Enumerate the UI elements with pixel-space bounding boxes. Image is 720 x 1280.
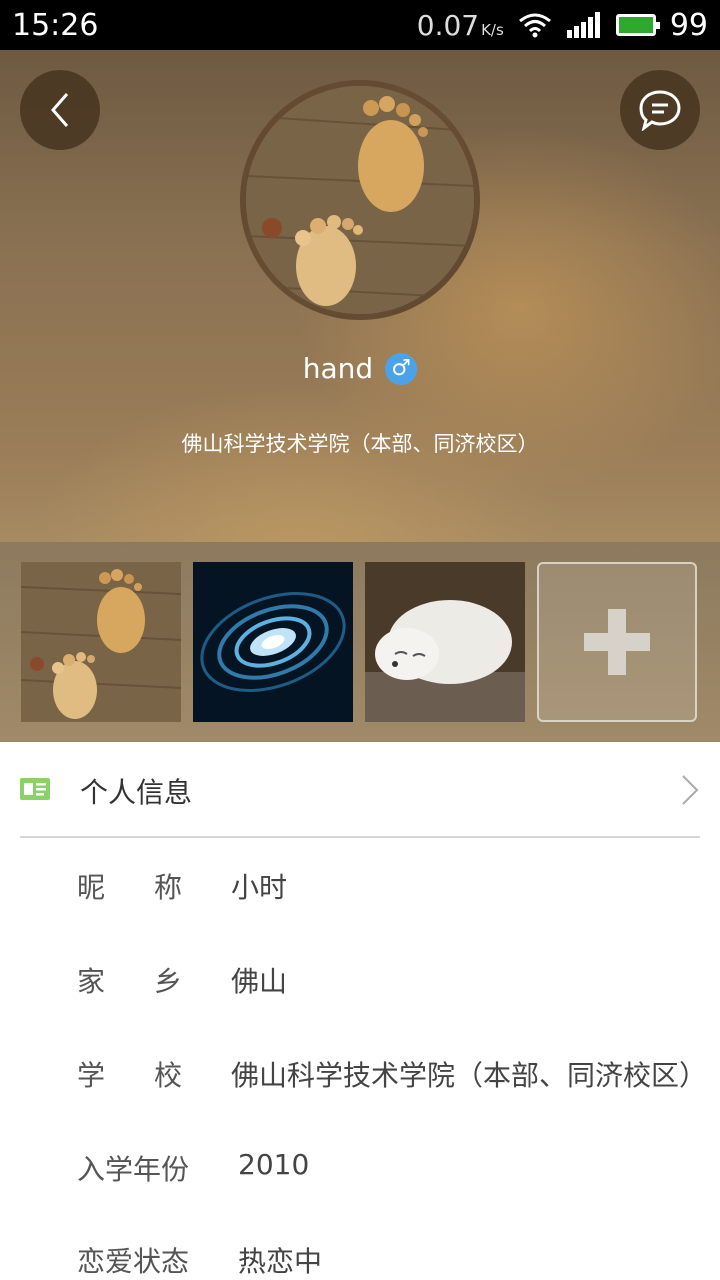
personal-info-title: 个人信息	[80, 776, 193, 809]
chevron-right-icon	[682, 775, 699, 805]
info-row-hometown: 家 乡 佛山	[0, 960, 720, 1020]
info-label: 学	[77, 1059, 106, 1092]
info-label: 称	[154, 871, 183, 904]
network-speed: 0.07 K/s	[417, 8, 504, 43]
status-bar: 15:26 0.07 K/s 99	[0, 0, 720, 50]
info-row-enrollment-year: 入学年份 2010	[0, 1148, 720, 1208]
photo-thumbnail[interactable]	[193, 562, 353, 722]
profile-avatar[interactable]	[240, 80, 480, 320]
photo-image	[193, 562, 353, 722]
avatar-image	[246, 86, 474, 314]
info-value: 小时	[231, 871, 288, 904]
male-icon: ♂	[385, 352, 418, 385]
info-value: 热恋中	[238, 1245, 323, 1278]
info-value: 佛山科学技术学院（本部、同济校区）	[231, 1059, 708, 1092]
photo-image	[21, 562, 181, 722]
profile-header: hand ♂ 佛山科学技术学院（本部、同济校区）	[0, 50, 720, 542]
signal-icon	[566, 12, 600, 38]
network-speed-unit: K/s	[481, 20, 504, 39]
info-value: 2010	[238, 1148, 310, 1181]
info-row-relationship: 恋爱状态 热恋中	[0, 1240, 720, 1280]
photo-image	[365, 562, 525, 722]
header-school: 佛山科学技术学院（本部、同济校区）	[181, 432, 539, 456]
info-row-nickname: 昵 称 小时	[0, 866, 720, 926]
battery-level: 99	[669, 7, 708, 43]
photo-strip	[0, 542, 720, 742]
status-indicators: 0.07 K/s 99	[417, 8, 708, 43]
personal-info-header[interactable]: 个人信息	[0, 742, 720, 836]
info-label: 乡	[154, 965, 183, 998]
battery-icon	[615, 14, 660, 36]
chat-button[interactable]	[620, 70, 700, 150]
info-row-school: 学 校 佛山科学技术学院（本部、同济校区）	[0, 1054, 720, 1114]
id-card-icon	[20, 778, 50, 800]
info-label: 入学年份	[77, 1153, 190, 1186]
username: hand	[302, 352, 374, 385]
wifi-icon	[518, 13, 551, 38]
photo-thumbnail[interactable]	[21, 562, 181, 722]
info-label: 家	[77, 965, 106, 998]
add-photo-button[interactable]	[537, 562, 697, 722]
status-time: 15:26	[12, 7, 99, 43]
info-label: 昵	[77, 871, 106, 904]
info-label: 恋爱状态	[77, 1245, 190, 1278]
plus-icon	[584, 609, 650, 675]
back-chevron-icon	[51, 93, 69, 127]
divider	[20, 836, 700, 838]
chat-bubble-icon	[639, 90, 681, 131]
info-label: 校	[154, 1059, 183, 1092]
info-value: 佛山	[231, 965, 288, 998]
photo-thumbnail[interactable]	[365, 562, 525, 722]
network-speed-value: 0.07	[416, 8, 480, 42]
back-button[interactable]	[20, 70, 100, 150]
username-row: hand ♂	[0, 352, 720, 385]
